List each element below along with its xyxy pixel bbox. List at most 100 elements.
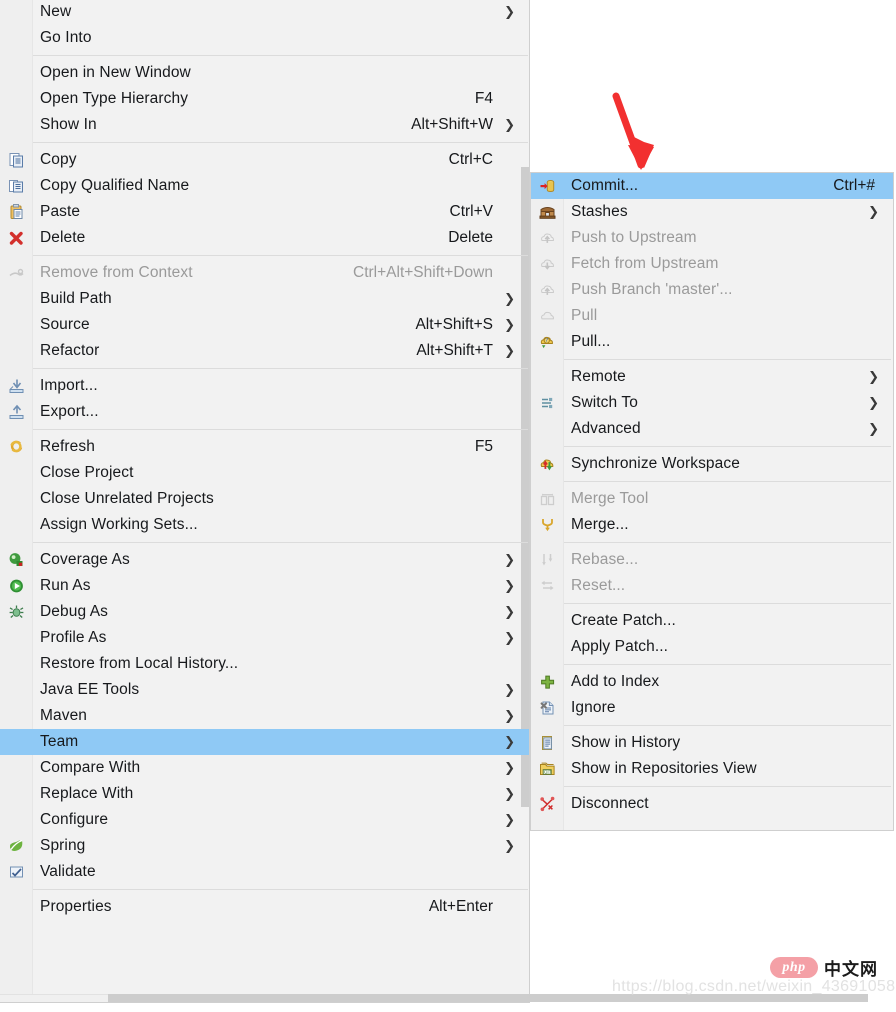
menu-item-close-project[interactable]: Close Project — [0, 460, 529, 486]
menu-item-restore-from-local-history[interactable]: Restore from Local History... — [0, 651, 529, 677]
menu-item-coverage-as[interactable]: Coverage As ❯ — [0, 547, 529, 573]
menu-item-build-path[interactable]: Build Path ❯ — [0, 286, 529, 312]
team-submenu[interactable]: Commit... Ctrl+# Stashes ❯ Push to Upstream F… — [530, 172, 894, 831]
menu-item-pull[interactable]: ? Pull... — [531, 329, 893, 355]
show-in-history-icon — [539, 735, 556, 752]
menu-item-remove-from-context[interactable]: Remove from Context Ctrl+Alt+Shift+Down — [0, 260, 529, 286]
menu-item-compare-with[interactable]: Compare With ❯ — [0, 755, 529, 781]
menu-item-export[interactable]: Export... — [0, 399, 529, 425]
menu-item-show-in[interactable]: Show In Alt+Shift+W ❯ — [0, 112, 529, 138]
disconnect-icon — [539, 796, 556, 813]
project-explorer-context-menu[interactable]: New ❯ Go Into Open in New Window Open Type H… — [0, 0, 868, 1003]
menu-item-spring[interactable]: Spring ❯ — [0, 833, 529, 859]
menu-item-profile-as[interactable]: Profile As ❯ — [0, 625, 529, 651]
menu-item-open-type-hierarchy[interactable]: Open Type Hierarchy F4 — [0, 86, 529, 112]
menu-item-open-in-new-window[interactable]: Open in New Window — [0, 60, 529, 86]
menu-item-validate[interactable]: Validate — [0, 859, 529, 885]
menu-item-accelerator: Delete — [448, 229, 493, 247]
commit-icon — [539, 178, 556, 195]
submenu-chevron-right-icon: ❯ — [504, 117, 515, 133]
screenshot-stage: New ❯ Go Into Open in New Window Open Type H… — [0, 0, 896, 1012]
menu-item-label: Import... — [40, 377, 98, 395]
watermark-url: https://blog.csdn.net/weixin_43691058 — [612, 978, 896, 995]
menu-item-label: Fetch from Upstream — [571, 255, 719, 273]
menu-item-paste[interactable]: Paste Ctrl+V — [0, 199, 529, 225]
menu-item-label: Reset... — [571, 577, 626, 595]
menu-item-label: Remove from Context — [40, 264, 193, 282]
menu-item-label: Switch To — [571, 394, 638, 412]
menu-item-label: Add to Index — [571, 673, 660, 691]
menu-item-accelerator: Alt+Shift+W — [411, 116, 493, 134]
menu-item-label: Compare With — [40, 759, 141, 777]
menu-item-fetch-from-upstream[interactable]: Fetch from Upstream — [531, 251, 893, 277]
menu-item-properties[interactable]: Properties Alt+Enter — [0, 894, 529, 920]
menu-item-apply-patch[interactable]: Apply Patch... — [531, 634, 893, 660]
menu-item-switch-to[interactable]: Switch To ❯ — [531, 390, 893, 416]
menu-item-label: Coverage As — [40, 551, 130, 569]
context-menu-horizontal-scrollbar-track[interactable] — [0, 994, 868, 1002]
menu-item-show-in-repositories-view[interactable]: GIT Show in Repositories View — [531, 756, 893, 782]
menu-item-assign-working-sets[interactable]: Assign Working Sets... — [0, 512, 529, 538]
synchronize-icon — [539, 456, 556, 473]
menu-item-debug-as[interactable]: Debug As ❯ — [0, 599, 529, 625]
svg-text:?: ? — [545, 338, 548, 344]
menu-item-push-to-upstream[interactable]: Push to Upstream — [531, 225, 893, 251]
menu-item-stashes[interactable]: Stashes ❯ — [531, 199, 893, 225]
menu-item-remote[interactable]: Remote ❯ — [531, 364, 893, 390]
menu-item-merge-tool[interactable]: Merge Tool — [531, 486, 893, 512]
menu-item-label: Push Branch 'master'... — [571, 281, 733, 299]
menu-item-label: Maven — [40, 707, 88, 725]
menu-item-label: Apply Patch... — [571, 638, 669, 656]
menu-item-copy-qualified-name[interactable]: Copy Qualified Name — [0, 173, 529, 199]
menu-item-delete[interactable]: Delete Delete — [0, 225, 529, 251]
fetch-upstream-icon — [539, 256, 556, 273]
menu-item-create-patch[interactable]: Create Patch... — [531, 608, 893, 634]
menu-separator — [564, 603, 891, 604]
menu-item-reset[interactable]: Reset... — [531, 573, 893, 599]
ignore-icon — [539, 700, 556, 717]
menu-item-configure[interactable]: Configure ❯ — [0, 807, 529, 833]
menu-item-pull[interactable]: Pull — [531, 303, 893, 329]
submenu-chevron-right-icon: ❯ — [504, 343, 515, 359]
menu-item-label: Commit... — [571, 177, 639, 195]
menu-item-refresh[interactable]: Refresh F5 — [0, 434, 529, 460]
push-branch-icon — [539, 282, 556, 299]
submenu-chevron-right-icon: ❯ — [504, 786, 515, 802]
menu-item-close-unrelated-projects[interactable]: Close Unrelated Projects — [0, 486, 529, 512]
menu-item-label: Assign Working Sets... — [40, 516, 198, 534]
menu-item-label: Replace With — [40, 785, 134, 803]
menu-item-go-into[interactable]: Go Into — [0, 25, 529, 51]
menu-item-label: Build Path — [40, 290, 112, 308]
menu-item-maven[interactable]: Maven ❯ — [0, 703, 529, 729]
menu-item-team[interactable]: Team ❯ — [0, 729, 529, 755]
menu-item-copy[interactable]: Copy Ctrl+C — [0, 147, 529, 173]
menu-item-refactor[interactable]: Refactor Alt+Shift+T ❯ — [0, 338, 529, 364]
menu-item-replace-with[interactable]: Replace With ❯ — [0, 781, 529, 807]
submenu-chevron-right-icon: ❯ — [504, 291, 515, 307]
menu-item-java-ee-tools[interactable]: Java EE Tools ❯ — [0, 677, 529, 703]
menu-item-synchronize-workspace[interactable]: Synchronize Workspace — [531, 451, 893, 477]
submenu-chevron-right-icon: ❯ — [504, 604, 515, 620]
menu-item-add-to-index[interactable]: Add to Index — [531, 669, 893, 695]
red-arrow-annotation-icon — [612, 92, 654, 170]
menu-item-merge[interactable]: Merge... — [531, 512, 893, 538]
menu-item-push-branch-master[interactable]: Push Branch 'master'... — [531, 277, 893, 303]
menu-item-import[interactable]: Import... — [0, 373, 529, 399]
menu-item-source[interactable]: Source Alt+Shift+S ❯ — [0, 312, 529, 338]
submenu-chevron-right-icon: ❯ — [504, 317, 515, 333]
menu-item-run-as[interactable]: Run As ❯ — [0, 573, 529, 599]
menu-item-label: Stashes — [571, 203, 628, 221]
menu-item-accelerator: Alt+Shift+S — [415, 316, 493, 334]
menu-item-disconnect[interactable]: Disconnect — [531, 791, 893, 817]
menu-item-label: Close Unrelated Projects — [40, 490, 214, 508]
menu-item-ignore[interactable]: Ignore — [531, 695, 893, 721]
menu-item-label: Open Type Hierarchy — [40, 90, 189, 108]
menu-item-show-in-history[interactable]: Show in History — [531, 730, 893, 756]
menu-item-advanced[interactable]: Advanced ❯ — [531, 416, 893, 442]
menu-separator — [564, 481, 891, 482]
menu-item-commit[interactable]: Commit... Ctrl+# — [531, 173, 893, 199]
menu-item-new[interactable]: New ❯ — [0, 0, 529, 25]
menu-item-rebase[interactable]: Rebase... — [531, 547, 893, 573]
menu-item-label: Synchronize Workspace — [571, 455, 740, 473]
menu-item-label: Copy Qualified Name — [40, 177, 190, 195]
